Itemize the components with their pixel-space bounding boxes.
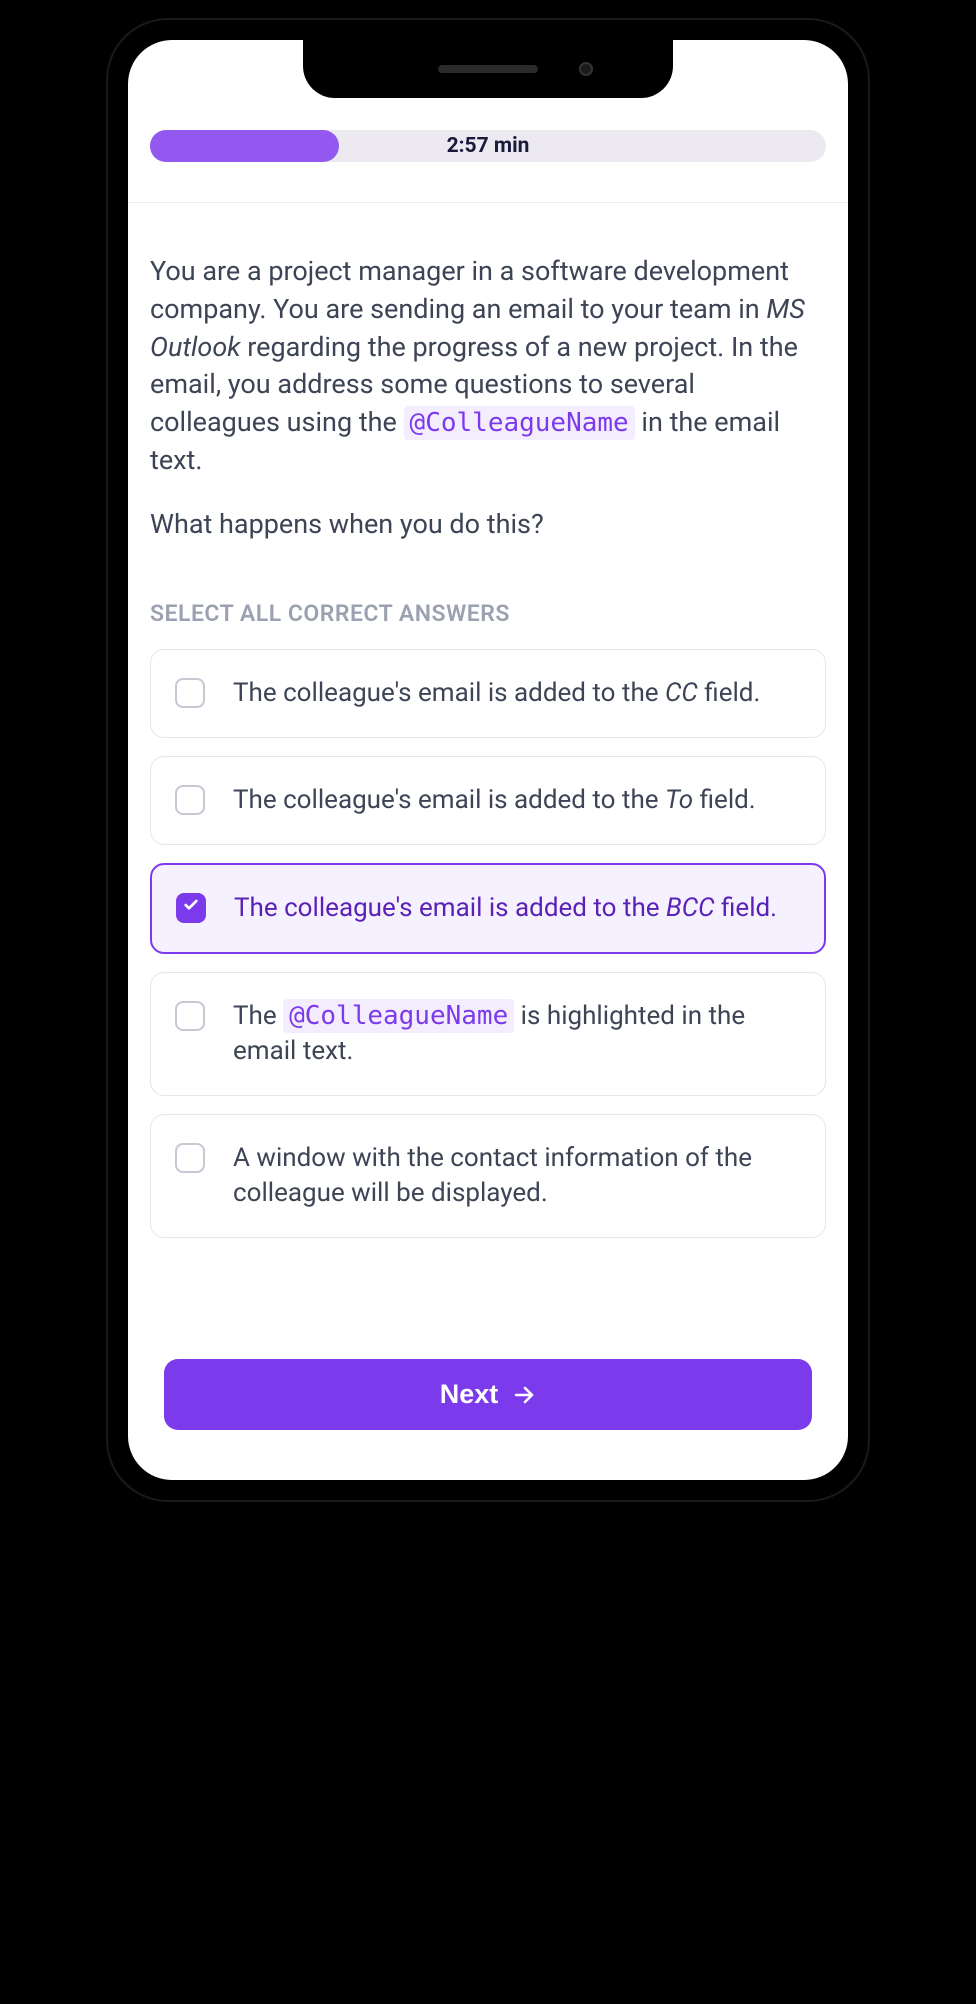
- mention-token: @ColleagueName: [283, 999, 514, 1033]
- option-text: A window with the contact information of…: [233, 1141, 801, 1211]
- option-text-pre: The: [233, 1001, 283, 1031]
- scenario-pre: You are a project manager in a software …: [150, 255, 789, 325]
- phone-frame: 2:57 min You are a project manager in a …: [108, 20, 868, 1500]
- checkbox[interactable]: [175, 1001, 205, 1031]
- checkmark-icon: [183, 897, 199, 918]
- progress-bar: 2:57 min: [150, 130, 826, 162]
- answer-option-5[interactable]: A window with the contact information of…: [150, 1114, 826, 1238]
- progress-fill: [150, 130, 339, 162]
- checkbox[interactable]: [175, 678, 205, 708]
- instruction-label: SELECT ALL CORRECT ANSWERS: [150, 600, 826, 627]
- question-followup: What happens when you do this?: [150, 508, 826, 540]
- options-list: The colleague's email is added to the CC…: [150, 649, 826, 1325]
- app-screen: 2:57 min You are a project manager in a …: [128, 40, 848, 1480]
- front-camera: [579, 62, 593, 76]
- option-text-em: To: [665, 785, 693, 815]
- answer-option-3[interactable]: The colleague's email is added to the BC…: [150, 863, 826, 954]
- phone-notch: [303, 40, 673, 98]
- speaker-slot: [438, 65, 538, 73]
- phone-screen-wrapper: 2:57 min You are a project manager in a …: [128, 40, 848, 1480]
- option-text-pre: The colleague's email is added to the: [233, 785, 665, 815]
- option-text: The colleague's email is added to the CC…: [233, 676, 760, 711]
- mention-token: @ColleagueName: [404, 406, 635, 440]
- option-text-pre: The colleague's email is added to the: [233, 678, 665, 708]
- option-text: The colleague's email is added to the To…: [233, 783, 756, 818]
- checkbox[interactable]: [176, 893, 206, 923]
- question-scenario: You are a project manager in a software …: [150, 253, 826, 480]
- next-button[interactable]: Next: [164, 1359, 812, 1430]
- option-text: The @ColleagueName is highlighted in the…: [233, 999, 801, 1069]
- option-text-post: field.: [698, 678, 761, 708]
- answer-option-2[interactable]: The colleague's email is added to the To…: [150, 756, 826, 845]
- option-text-em: BCC: [666, 893, 715, 923]
- timer-text: 2:57 min: [447, 134, 530, 158]
- checkbox[interactable]: [175, 1143, 205, 1173]
- option-text-pre: The colleague's email is added to the: [234, 893, 666, 923]
- checkbox[interactable]: [175, 785, 205, 815]
- option-text-pre: A window with the contact information of…: [233, 1143, 752, 1208]
- footer: Next: [150, 1349, 826, 1450]
- option-text: The colleague's email is added to the BC…: [234, 891, 777, 926]
- divider: [128, 202, 848, 203]
- answer-option-1[interactable]: The colleague's email is added to the CC…: [150, 649, 826, 738]
- option-text-em: CC: [665, 678, 698, 708]
- option-text-post: field.: [715, 893, 778, 923]
- next-button-label: Next: [440, 1379, 499, 1410]
- answer-option-4[interactable]: The @ColleagueName is highlighted in the…: [150, 972, 826, 1096]
- option-text-post: field.: [693, 785, 756, 815]
- arrow-right-icon: [512, 1383, 536, 1407]
